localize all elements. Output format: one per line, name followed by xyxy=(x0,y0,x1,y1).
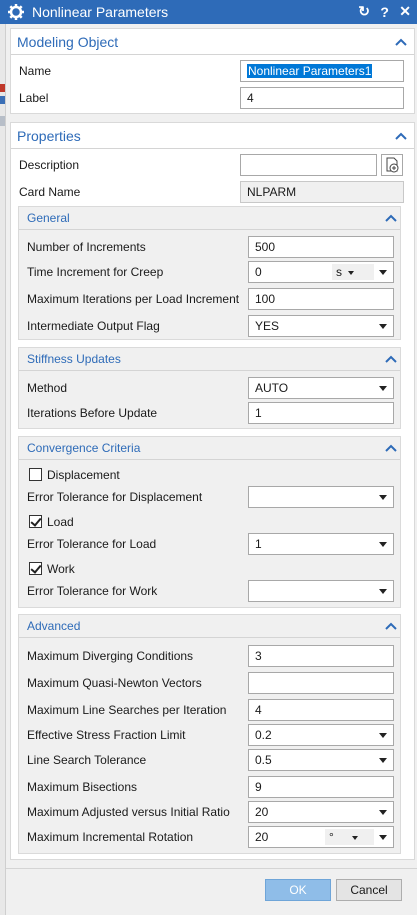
chevron-down-icon xyxy=(379,589,387,594)
general-section: General Number of Increments 500 Time In… xyxy=(18,206,401,340)
max-bisections-field[interactable]: 9 xyxy=(248,776,394,798)
edge-marker xyxy=(0,116,5,126)
output-flag-select[interactable]: YES xyxy=(248,315,394,337)
time-unit-select[interactable]: s xyxy=(332,264,374,280)
err-load-select[interactable]: 1 xyxy=(248,533,394,555)
chevron-down-icon[interactable] xyxy=(379,270,387,275)
max-line-searches-field[interactable]: 4 xyxy=(248,699,394,721)
method-select[interactable]: AUTO xyxy=(248,377,394,399)
line-search-tolerance-label: Line Search Tolerance xyxy=(27,753,147,767)
load-checkbox[interactable] xyxy=(29,515,42,528)
work-checkbox[interactable] xyxy=(29,562,42,575)
label-field[interactable]: 4 xyxy=(240,87,404,109)
edge-marker xyxy=(0,84,5,92)
reset-icon[interactable]: ↻ xyxy=(358,3,370,20)
chevron-up-icon[interactable] xyxy=(395,131,407,141)
ok-button[interactable]: OK xyxy=(265,879,331,901)
max-iterations-label: Maximum Iterations per Load Increment xyxy=(27,292,240,306)
chevron-down-icon xyxy=(379,542,387,547)
num-increments-label: Number of Increments xyxy=(27,240,146,254)
close-icon[interactable]: ✕ xyxy=(399,3,411,20)
chevron-down-icon xyxy=(379,733,387,738)
chevron-up-icon[interactable] xyxy=(385,213,397,223)
chevron-up-icon[interactable] xyxy=(385,443,397,453)
add-text-icon[interactable] xyxy=(381,154,403,176)
chevron-down-icon xyxy=(379,758,387,763)
effective-stress-label: Effective Stress Fraction Limit xyxy=(27,728,186,742)
description-label: Description xyxy=(19,158,80,172)
chevron-down-icon xyxy=(348,270,354,275)
card-name-field: NLPARM xyxy=(240,181,404,203)
output-flag-label: Intermediate Output Flag xyxy=(27,319,160,333)
title-bar-controls: ↻ ? ✕ xyxy=(351,3,411,20)
stiffness-section: Stiffness Updates Method AUTO Iterations… xyxy=(18,347,401,429)
max-line-searches-label: Maximum Line Searches per Iteration xyxy=(27,703,227,717)
err-load-label: Error Tolerance for Load xyxy=(27,537,157,551)
chevron-up-icon[interactable] xyxy=(385,621,397,631)
err-displacement-label: Error Tolerance for Displacement xyxy=(27,490,203,504)
max-diverging-label: Maximum Diverging Conditions xyxy=(27,649,194,663)
gear-icon xyxy=(8,4,24,20)
divider xyxy=(19,229,400,230)
err-displacement-select[interactable] xyxy=(248,486,394,508)
label-label: Label xyxy=(19,91,49,105)
rotation-unit-select[interactable]: ° xyxy=(325,829,374,845)
stiffness-header[interactable]: Stiffness Updates xyxy=(27,352,121,366)
iterations-before-field[interactable]: 1 xyxy=(248,402,394,424)
name-field[interactable]: Nonlinear Parameters1 xyxy=(240,60,404,82)
properties-header[interactable]: Properties xyxy=(17,128,81,144)
cancel-button[interactable]: Cancel xyxy=(336,879,402,901)
max-diverging-field[interactable]: 3 xyxy=(248,645,394,667)
modeling-object-header[interactable]: Modeling Object xyxy=(17,34,118,50)
displacement-checkbox[interactable] xyxy=(29,468,42,481)
chevron-up-icon[interactable] xyxy=(385,354,397,364)
max-adjusted-ratio-label: Maximum Adjusted versus Initial Ratio xyxy=(27,805,230,819)
divider xyxy=(11,148,414,149)
edge-marker xyxy=(0,96,5,104)
advanced-section: Advanced Maximum Diverging Conditions 3 … xyxy=(18,614,401,854)
description-field[interactable] xyxy=(240,154,377,176)
divider xyxy=(11,54,414,55)
divider xyxy=(19,370,400,371)
divider xyxy=(19,637,400,638)
max-rotation-label: Maximum Incremental Rotation xyxy=(27,830,194,844)
convergence-header[interactable]: Convergence Criteria xyxy=(27,441,140,455)
line-search-tolerance-select[interactable]: 0.5 xyxy=(248,749,394,771)
work-label: Work xyxy=(47,562,75,576)
displacement-label: Displacement xyxy=(47,468,120,482)
max-quasi-newton-field[interactable] xyxy=(248,672,394,694)
help-icon[interactable]: ? xyxy=(380,4,389,20)
time-increment-label: Time Increment for Creep xyxy=(27,265,164,279)
effective-stress-select[interactable]: 0.2 xyxy=(248,724,394,746)
divider xyxy=(19,459,400,460)
max-adjusted-ratio-select[interactable]: 20 xyxy=(248,801,394,823)
card-name-label: Card Name xyxy=(19,185,81,199)
title-bar: Nonlinear Parameters ↻ ? ✕ xyxy=(0,0,417,24)
max-quasi-newton-label: Maximum Quasi-Newton Vectors xyxy=(27,676,202,690)
dialog-footer: OK Cancel xyxy=(6,868,417,915)
chevron-up-icon[interactable] xyxy=(395,37,407,47)
general-header[interactable]: General xyxy=(27,211,70,225)
time-increment-field[interactable]: 0 s xyxy=(248,261,394,283)
chevron-down-icon xyxy=(379,324,387,329)
advanced-header[interactable]: Advanced xyxy=(27,619,80,633)
load-label: Load xyxy=(47,515,74,529)
chevron-down-icon xyxy=(379,386,387,391)
method-label: Method xyxy=(27,381,68,395)
max-iterations-field[interactable]: 100 xyxy=(248,288,394,310)
chevron-down-icon[interactable] xyxy=(379,835,387,840)
chevron-down-icon xyxy=(379,495,387,500)
err-work-select[interactable] xyxy=(248,580,394,602)
iterations-before-label: Iterations Before Update xyxy=(27,406,158,420)
num-increments-field[interactable]: 500 xyxy=(248,236,394,258)
convergence-section: Convergence Criteria Displacement Error … xyxy=(18,436,401,608)
max-bisections-label: Maximum Bisections xyxy=(27,780,138,794)
max-rotation-field[interactable]: 20 ° xyxy=(248,826,394,848)
chevron-down-icon xyxy=(351,835,358,840)
window-title: Nonlinear Parameters xyxy=(32,4,169,20)
modeling-object-section: Modeling Object Name Nonlinear Parameter… xyxy=(10,28,415,114)
chevron-down-icon xyxy=(379,810,387,815)
err-work-label: Error Tolerance for Work xyxy=(27,584,158,598)
name-label: Name xyxy=(19,64,52,78)
